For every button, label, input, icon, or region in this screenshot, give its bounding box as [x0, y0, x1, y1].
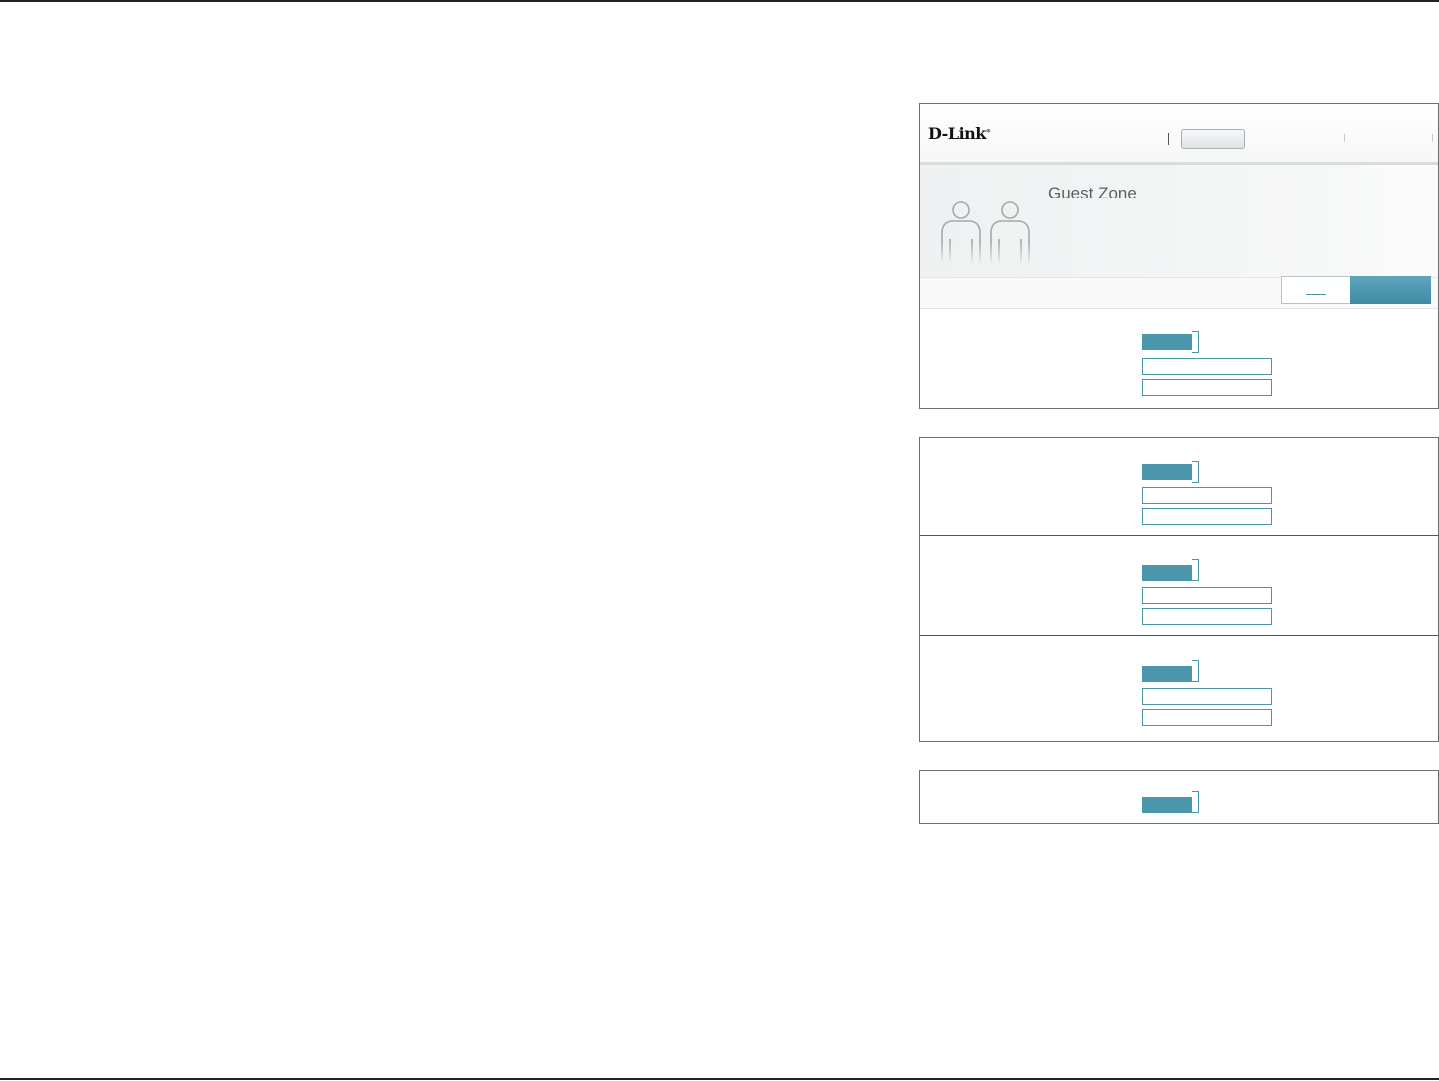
nav-separator [1432, 134, 1433, 142]
bottom-rule [0, 1078, 1439, 1080]
password-field[interactable] [1142, 508, 1272, 525]
enable-toggle[interactable] [1142, 666, 1192, 682]
page-hero: Guest Zone [920, 165, 1438, 277]
nav-separator [1168, 133, 1169, 145]
wireless-name-field[interactable] [1142, 358, 1272, 375]
enable-toggle[interactable] [1142, 565, 1192, 581]
enable-toggle[interactable] [1142, 464, 1192, 480]
guest-users-icon [934, 201, 1034, 265]
guest-zone-settings-window: D-Link® Guest Zone [919, 103, 1439, 409]
wireless-name-field[interactable] [1142, 587, 1272, 604]
wireless-name-field[interactable] [1142, 688, 1272, 705]
enable-toggle[interactable] [1142, 334, 1192, 350]
toggle-callout [1192, 461, 1199, 483]
password-field[interactable] [1142, 379, 1272, 396]
password-field[interactable] [1142, 608, 1272, 625]
section-divider [920, 635, 1438, 636]
help-link[interactable] [1306, 294, 1326, 295]
password-field[interactable] [1142, 709, 1272, 726]
toggle-callout [1192, 559, 1199, 581]
guest-access-window [919, 770, 1439, 824]
toggle-callout [1192, 791, 1199, 813]
enable-toggle[interactable] [1142, 797, 1192, 813]
section-divider [920, 535, 1438, 536]
wireless-name-field[interactable] [1142, 487, 1272, 504]
save-button[interactable] [1350, 276, 1431, 304]
dlink-logo: D-Link® [928, 124, 991, 143]
header-bar: D-Link® [920, 104, 1438, 165]
nav-separator [1344, 134, 1345, 142]
page-title: Guest Zone [1048, 184, 1137, 198]
band-settings-window [919, 437, 1439, 742]
toggle-callout [1192, 331, 1199, 353]
nav-tab-active[interactable] [1181, 129, 1245, 149]
toggle-callout [1192, 660, 1199, 682]
help-button[interactable] [1281, 276, 1351, 304]
top-rule [0, 0, 1439, 2]
